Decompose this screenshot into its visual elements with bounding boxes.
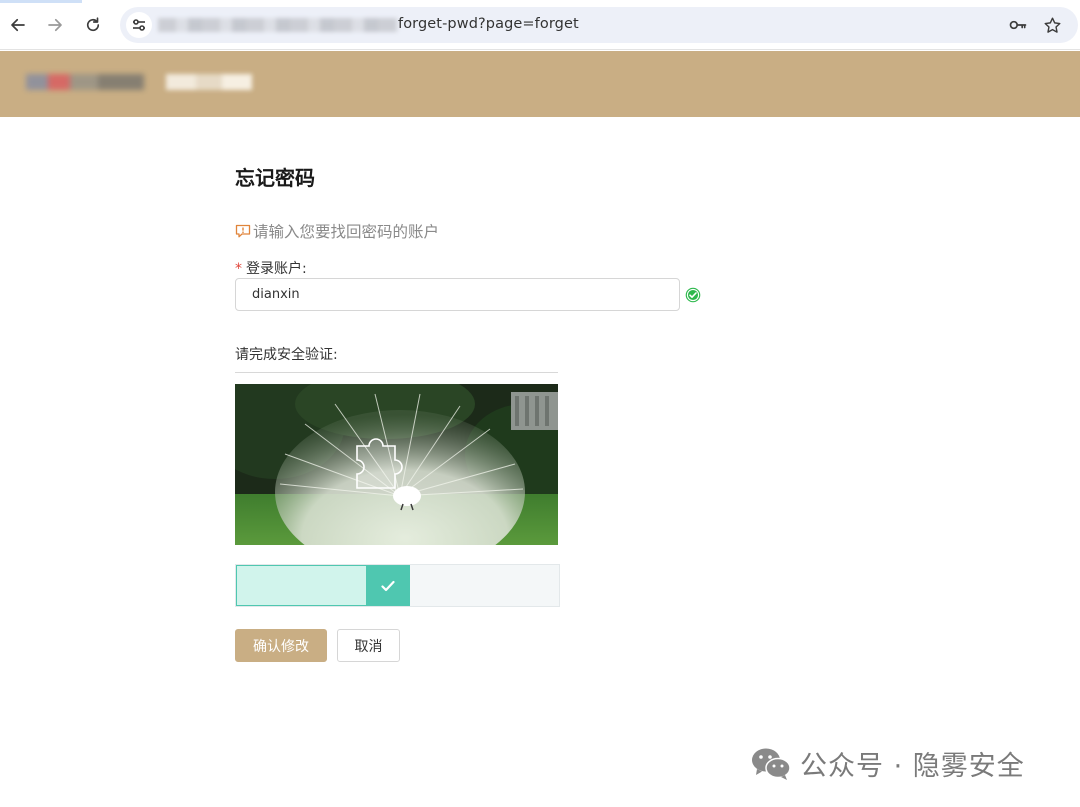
captcha-slider-track [235, 564, 560, 607]
verify-divider [235, 372, 558, 373]
site-title-redacted [166, 74, 252, 90]
url-text[interactable]: forget-pwd?page=forget [398, 16, 579, 32]
address-bar[interactable]: forget-pwd?page=forget [120, 7, 1078, 43]
form-hint: 请输入您要找回密码的账户 [235, 220, 439, 242]
puzzle-slot-outline [356, 438, 403, 489]
site-settings-icon [133, 19, 145, 31]
account-label: * 登录账户: [235, 258, 307, 278]
reload-icon [86, 17, 100, 32]
page-title: 忘记密码 [235, 166, 315, 190]
watermark: 公众号 · 隐雾安全 [750, 744, 1025, 783]
form-hint-text: 请输入您要找回密码的账户 [253, 223, 440, 241]
captcha-slider-handle[interactable] [366, 565, 410, 606]
forward-arrow-icon [48, 18, 62, 32]
site-header [0, 51, 1080, 117]
tab-strip-edge [0, 0, 82, 3]
forward-button[interactable] [42, 12, 68, 38]
url-redacted-segment [158, 18, 398, 32]
checkmark-icon [381, 580, 395, 591]
valid-check-icon [685, 287, 701, 303]
site-logo-redacted[interactable] [26, 74, 144, 90]
confirm-button[interactable]: 确认修改 [235, 629, 327, 662]
watermark-text: 公众号 · 隐雾安全 [800, 751, 1025, 782]
site-settings-button[interactable] [126, 12, 152, 38]
reload-button[interactable] [80, 12, 106, 38]
required-mark: * [235, 261, 242, 277]
browser-toolbar: forget-pwd?page=forget [0, 0, 1080, 50]
password-key-icon [1009, 20, 1027, 30]
verify-label: 请完成安全验证: [235, 347, 338, 363]
info-message-icon [235, 224, 251, 238]
captcha-puzzle-image [235, 384, 558, 545]
bookmark-button[interactable] [1042, 15, 1062, 35]
account-input[interactable] [235, 278, 680, 311]
bookmark-star-icon [1044, 17, 1060, 33]
back-arrow-icon [11, 18, 25, 32]
cancel-button[interactable]: 取消 [337, 629, 400, 662]
wechat-icon [752, 748, 791, 780]
captcha-scene [235, 384, 558, 545]
password-key-button[interactable] [1008, 15, 1028, 35]
back-button[interactable] [5, 12, 31, 38]
account-label-text: 登录账户: [246, 261, 307, 277]
